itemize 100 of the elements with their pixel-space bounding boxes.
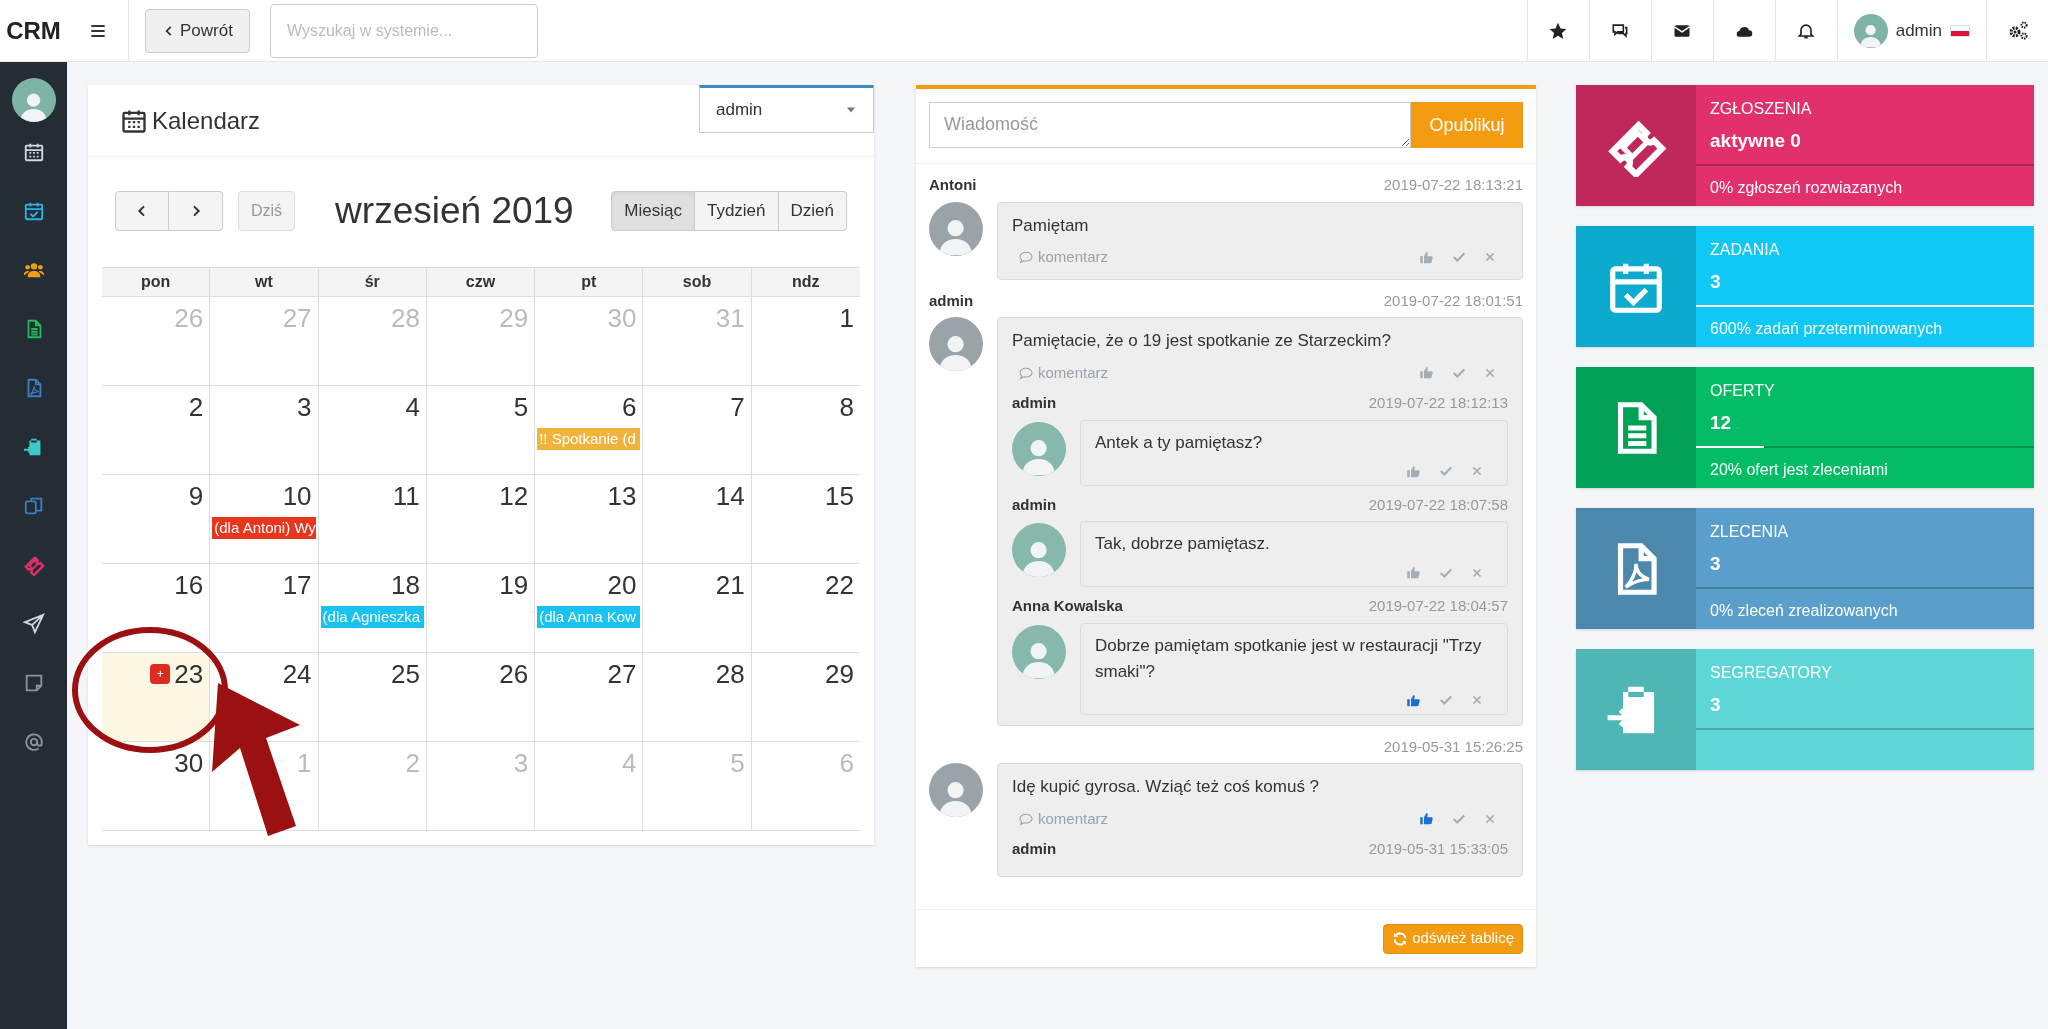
day-number: 31 — [715, 302, 745, 333]
day-number: 14 — [715, 480, 745, 511]
comment-link[interactable]: komentarz — [1012, 246, 1109, 269]
day-number: 8 — [839, 391, 854, 422]
stat-card[interactable]: ZLECENIA 3 0% zleceń zrealizowanych — [1576, 508, 2034, 629]
search-field[interactable]: Wyszukaj w systemie... — [269, 3, 538, 58]
avatar — [1012, 421, 1066, 476]
paper-plane-icon — [22, 612, 45, 635]
day-number: 4 — [405, 391, 420, 422]
view-tab[interactable]: Miesiąc — [611, 190, 695, 231]
day-number: 24 — [282, 658, 312, 689]
reply-text: Tak, dobrze pamiętasz. — [1095, 533, 1271, 555]
calendar-event[interactable]: (dla Antoni) Wy — [212, 516, 316, 539]
today-button[interactable]: Dziś — [238, 190, 296, 231]
day-number: 20 — [607, 569, 637, 600]
avatar — [929, 317, 983, 371]
check-icon — [1452, 250, 1466, 265]
stat-value: 12 — [1709, 411, 1733, 435]
calendar-event[interactable]: (dla Agnieszka — [320, 605, 424, 628]
day-number: 26 — [174, 302, 204, 333]
message-field[interactable]: Wiadomość — [929, 102, 1411, 148]
day-number: 28 — [715, 658, 745, 689]
weekday-header: śr — [318, 267, 427, 296]
day-number: 27 — [282, 302, 312, 333]
timestamp: 2019-05-31 15:26:25 — [1383, 736, 1523, 757]
post-text: Pamiętacie, że o 19 jest spotkanie ze Starzeckim? — [1012, 330, 1392, 352]
weekday-header: ndz — [791, 271, 821, 292]
reply-text: Antek a ty pamiętasz? — [1095, 431, 1264, 454]
day-number: 28 — [390, 302, 420, 333]
calendar-event[interactable]: !! Spotkanie (d — [537, 427, 641, 450]
post-text: Idę kupić gyrosa. Wziąć też coś komuś ? — [1012, 776, 1321, 798]
refresh-icon — [1392, 930, 1409, 947]
author-name: admin — [1012, 839, 1057, 859]
close-icon — [1484, 812, 1496, 825]
day-number: 6 — [839, 747, 854, 778]
author-name: Antoni — [929, 175, 977, 195]
day-number: 4 — [621, 747, 637, 778]
day-number: 1 — [839, 302, 854, 333]
today-cell[interactable]: + 23 — [102, 652, 211, 741]
weekday-header: pt — [535, 267, 644, 296]
day-number: 13 — [607, 480, 637, 511]
stat-title: SEGREGATORY — [1709, 663, 1833, 683]
stat-title: ZADANIA — [1709, 240, 1781, 260]
day-number: 30 — [607, 302, 637, 333]
stat-value: 3 — [1709, 552, 1722, 576]
check-icon — [1439, 693, 1453, 707]
speech-bubble-icon — [1018, 249, 1034, 266]
day-number: 22 — [825, 569, 854, 600]
day-number: 10 — [282, 480, 312, 511]
stat-footer: 0% zleceń zrealizowanych — [1696, 598, 2034, 623]
day-number: 16 — [174, 569, 204, 600]
check-icon — [1439, 464, 1453, 478]
publish-button[interactable]: Opublikuj — [1411, 102, 1523, 148]
post-text: Pamiętam — [1012, 214, 1090, 237]
weekday-header: sob — [643, 267, 752, 296]
day-number: 29 — [499, 302, 529, 333]
day-number: 18 — [390, 569, 420, 600]
stat-footer: 0% zgłoszeń rozwiazanych — [1696, 175, 2034, 200]
day-number: 5 — [730, 747, 745, 778]
add-event-button[interactable]: + — [150, 663, 171, 684]
author-name: admin — [1012, 393, 1057, 413]
avatar — [929, 201, 983, 256]
day-number: 23 — [174, 658, 204, 689]
stat-value: 3 — [1709, 693, 1722, 717]
stat-card[interactable]: ZADANIA 3 600% zadań przeterminowanych — [1576, 226, 2034, 347]
ticket-icon — [22, 553, 45, 576]
author-name: admin — [929, 290, 974, 311]
stat-card[interactable]: OFERTY 12 20% ofert jest zleceniami — [1576, 367, 2034, 488]
calendar-event[interactable]: (dla Anna Kow — [537, 605, 641, 628]
comment-link[interactable]: komentarz — [1012, 361, 1109, 384]
refresh-button[interactable]: odśwież tablicę — [1383, 923, 1523, 954]
back-button[interactable]: Powrót — [145, 8, 250, 53]
weekday-header: wt — [210, 267, 319, 296]
comment-link[interactable]: komentarz — [1012, 807, 1109, 830]
stat-card[interactable]: SEGREGATORY 3 — [1576, 649, 2034, 770]
day-number: 26 — [499, 658, 529, 689]
stat-value: aktywne 0 — [1709, 129, 1802, 153]
close-icon — [1471, 694, 1483, 706]
avatar — [11, 78, 56, 122]
day-number: 29 — [825, 658, 854, 689]
stat-card[interactable]: ZGŁOSZENIA aktywne 0 0% zgłoszeń rozwiazanych — [1576, 85, 2034, 206]
close-icon — [1484, 251, 1496, 264]
day-number: 11 — [392, 480, 420, 511]
user-menu[interactable]: admin — [1836, 0, 1986, 61]
day-number: 2 — [405, 747, 420, 778]
view-tab[interactable]: Dzień — [778, 190, 847, 231]
user-select[interactable]: admin — [699, 85, 874, 133]
timestamp: 2019-07-22 18:01:51 — [1383, 290, 1523, 311]
weekday-header: pon — [102, 267, 211, 296]
day-number: 17 — [282, 569, 312, 600]
day-number: 19 — [499, 569, 529, 600]
day-number: 3 — [297, 391, 312, 422]
view-tab[interactable]: Tydzień — [694, 190, 779, 231]
stat-footer: 20% ofert jest zleceniami — [1696, 457, 2034, 482]
day-number: 5 — [513, 391, 529, 422]
timestamp: 2019-07-22 18:13:21 — [1383, 175, 1523, 195]
stat-title: ZLECENIA — [1709, 522, 1790, 542]
day-number: 6 — [621, 391, 637, 422]
avatar — [929, 763, 983, 817]
day-number: 15 — [825, 480, 854, 511]
